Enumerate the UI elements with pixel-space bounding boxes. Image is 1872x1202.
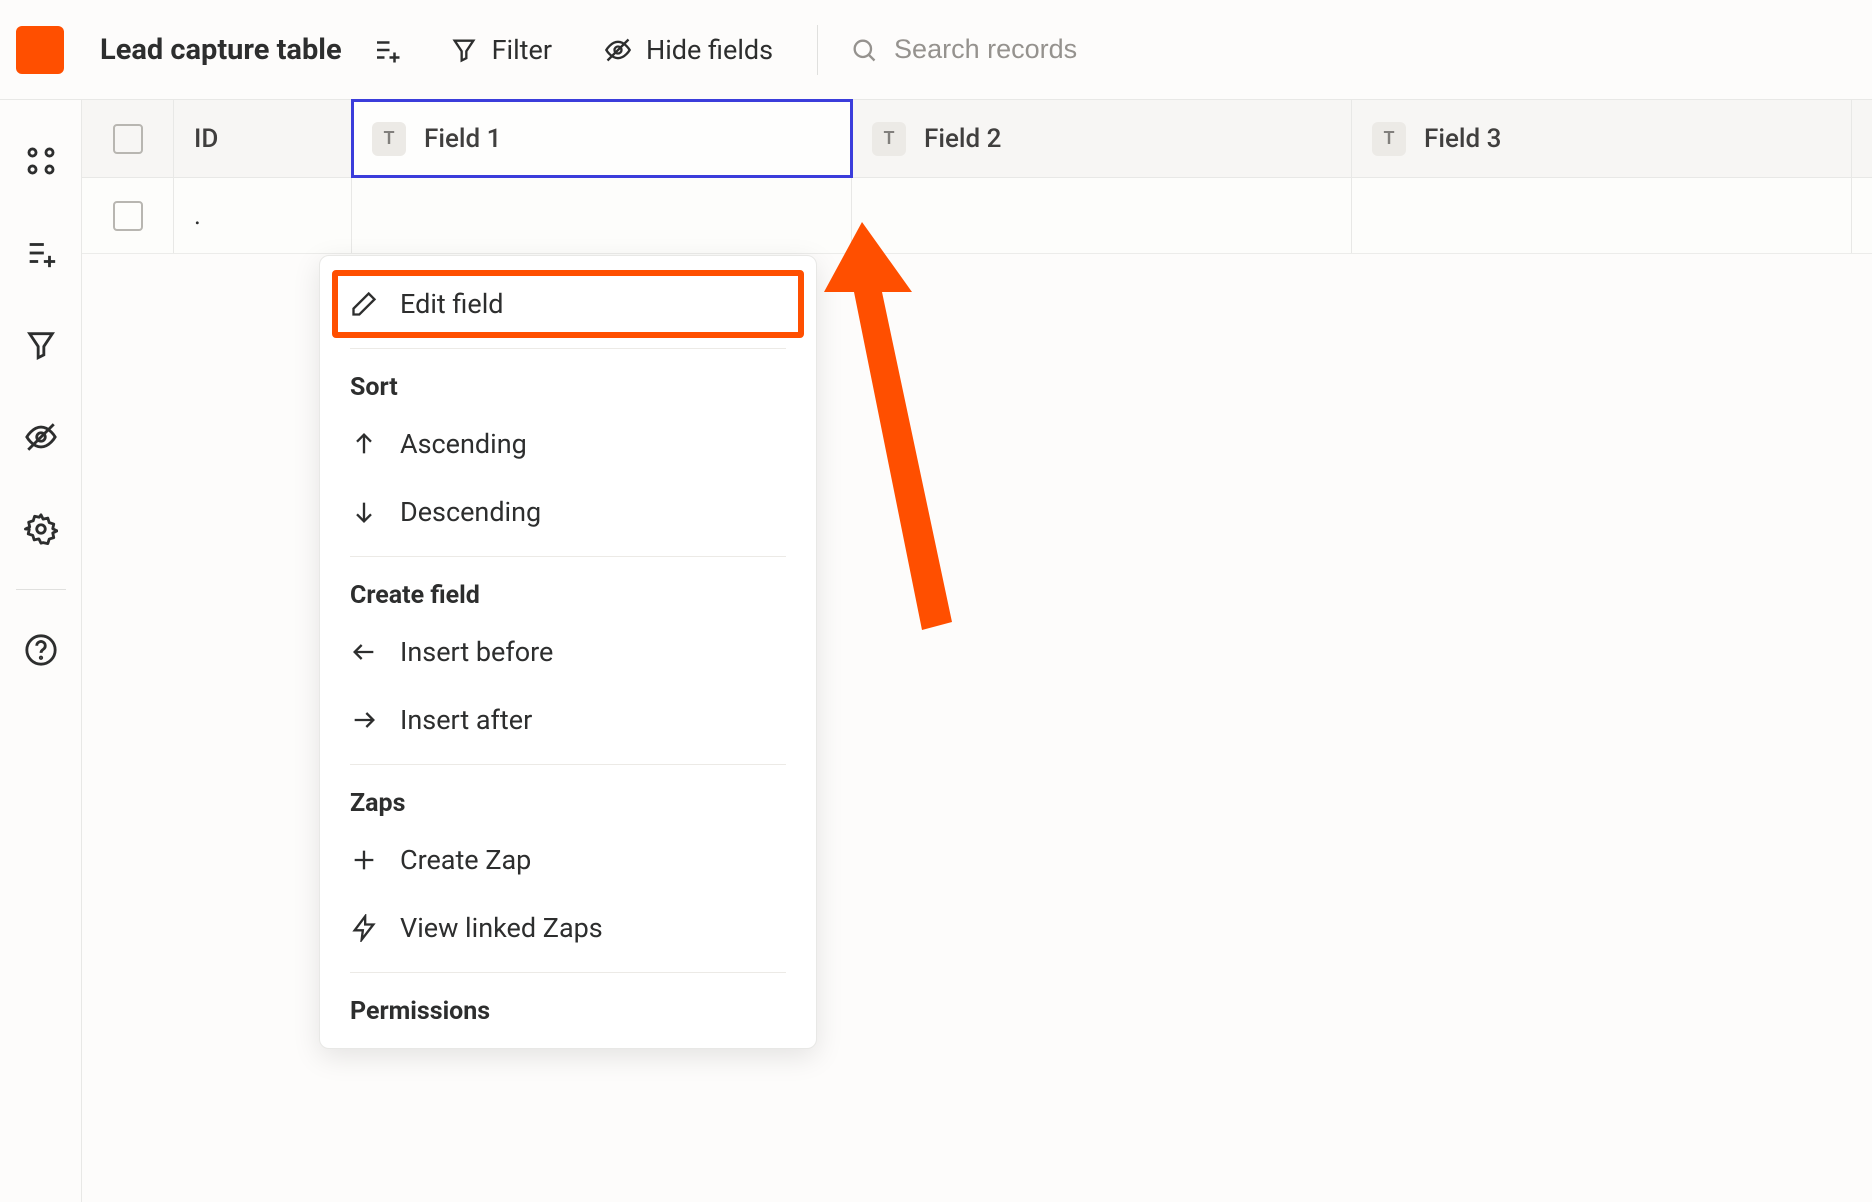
column-context-menu: Edit field Sort Ascending Descending Cre…: [319, 255, 817, 1049]
row-cell-field-1[interactable]: [352, 178, 852, 253]
text-type-icon: T: [372, 122, 406, 156]
arrow-left-icon: [350, 638, 378, 666]
sidebar-item-add-record[interactable]: [24, 236, 58, 270]
column-label: Field 1: [424, 124, 501, 154]
menu-divider: [350, 764, 786, 765]
search-icon: [850, 36, 878, 64]
search-input[interactable]: [894, 34, 1214, 65]
menu-section-permissions: Permissions: [320, 983, 816, 1034]
column-label: Field 3: [1424, 124, 1501, 154]
text-type-icon: T: [872, 122, 906, 156]
menu-divider: [350, 972, 786, 973]
menu-label: Ascending: [400, 428, 527, 460]
row-checkbox[interactable]: [113, 201, 143, 231]
row-id-cell[interactable]: .: [174, 178, 352, 253]
arrow-up-icon: [350, 430, 378, 458]
app-logo[interactable]: [16, 26, 64, 74]
menu-item-insert-after[interactable]: Insert after: [320, 686, 816, 754]
sidebar-item-views[interactable]: [24, 144, 58, 178]
arrow-down-icon: [350, 498, 378, 526]
add-view-icon: [372, 35, 402, 65]
menu-item-insert-before[interactable]: Insert before: [320, 618, 816, 686]
menu-divider: [350, 556, 786, 557]
column-header-id[interactable]: ID: [174, 100, 352, 177]
plus-icon: [350, 846, 378, 874]
filter-icon: [24, 328, 58, 362]
add-record-icon: [24, 236, 58, 270]
menu-label: Edit field: [400, 288, 504, 320]
sidebar-divider: [16, 589, 66, 590]
menu-label: Create Zap: [400, 844, 531, 876]
row-select-cell[interactable]: [82, 178, 174, 253]
menu-label: Descending: [400, 496, 541, 528]
menu-item-create-zap[interactable]: Create Zap: [320, 826, 816, 894]
annotation-arrow-icon: [792, 222, 972, 642]
sidebar-item-help[interactable]: [24, 633, 58, 667]
filter-icon: [450, 36, 478, 64]
header-row: ID T Field 1 T Field 2 T Field 3: [82, 100, 1872, 178]
hide-icon: [604, 36, 632, 64]
menu-label: Insert before: [400, 636, 553, 668]
table-name[interactable]: Lead capture table: [100, 33, 342, 67]
help-icon: [24, 633, 58, 667]
column-header-field-3[interactable]: T Field 3: [1352, 100, 1852, 177]
column-label: Field 2: [924, 124, 1001, 154]
column-header-field-2[interactable]: T Field 2: [852, 100, 1352, 177]
toolbar: Lead capture table Filter Hide fields: [0, 0, 1872, 100]
menu-label: Insert after: [400, 704, 532, 736]
grid-icon: [24, 144, 58, 178]
menu-section-zaps: Zaps: [320, 775, 816, 826]
sidebar-item-hide[interactable]: [24, 420, 58, 454]
sidebar-item-filter[interactable]: [24, 328, 58, 362]
search-wrap[interactable]: [850, 34, 1214, 65]
arrow-right-icon: [350, 706, 378, 734]
filter-button[interactable]: Filter: [440, 26, 562, 74]
hide-fields-button[interactable]: Hide fields: [594, 26, 783, 74]
menu-section-sort: Sort: [320, 359, 816, 410]
menu-section-create-field: Create field: [320, 567, 816, 618]
menu-item-descending[interactable]: Descending: [320, 478, 816, 546]
hide-fields-label: Hide fields: [646, 34, 773, 66]
select-all-cell[interactable]: [82, 100, 174, 177]
pencil-icon: [350, 290, 378, 318]
table-area: ID T Field 1 T Field 2 T Field 3 .: [82, 100, 1872, 1202]
column-header-field-1[interactable]: T Field 1: [352, 100, 852, 177]
sidebar: [0, 100, 82, 1202]
text-type-icon: T: [1372, 122, 1406, 156]
menu-divider: [350, 348, 786, 349]
row-cell-field-2[interactable]: [852, 178, 1352, 253]
menu-item-edit-field[interactable]: Edit field: [332, 270, 804, 338]
menu-item-ascending[interactable]: Ascending: [320, 410, 816, 478]
filter-label: Filter: [492, 34, 552, 66]
sidebar-item-settings[interactable]: [24, 512, 58, 546]
row-cell-field-3[interactable]: [1352, 178, 1852, 253]
gear-icon: [24, 512, 58, 546]
table-row[interactable]: .: [82, 178, 1872, 254]
hide-icon: [24, 420, 58, 454]
menu-label: View linked Zaps: [400, 912, 603, 944]
select-all-checkbox[interactable]: [113, 124, 143, 154]
toolbar-divider: [817, 25, 818, 75]
add-view-button[interactable]: [364, 27, 410, 73]
menu-item-view-linked-zaps[interactable]: View linked Zaps: [320, 894, 816, 962]
bolt-icon: [350, 914, 378, 942]
